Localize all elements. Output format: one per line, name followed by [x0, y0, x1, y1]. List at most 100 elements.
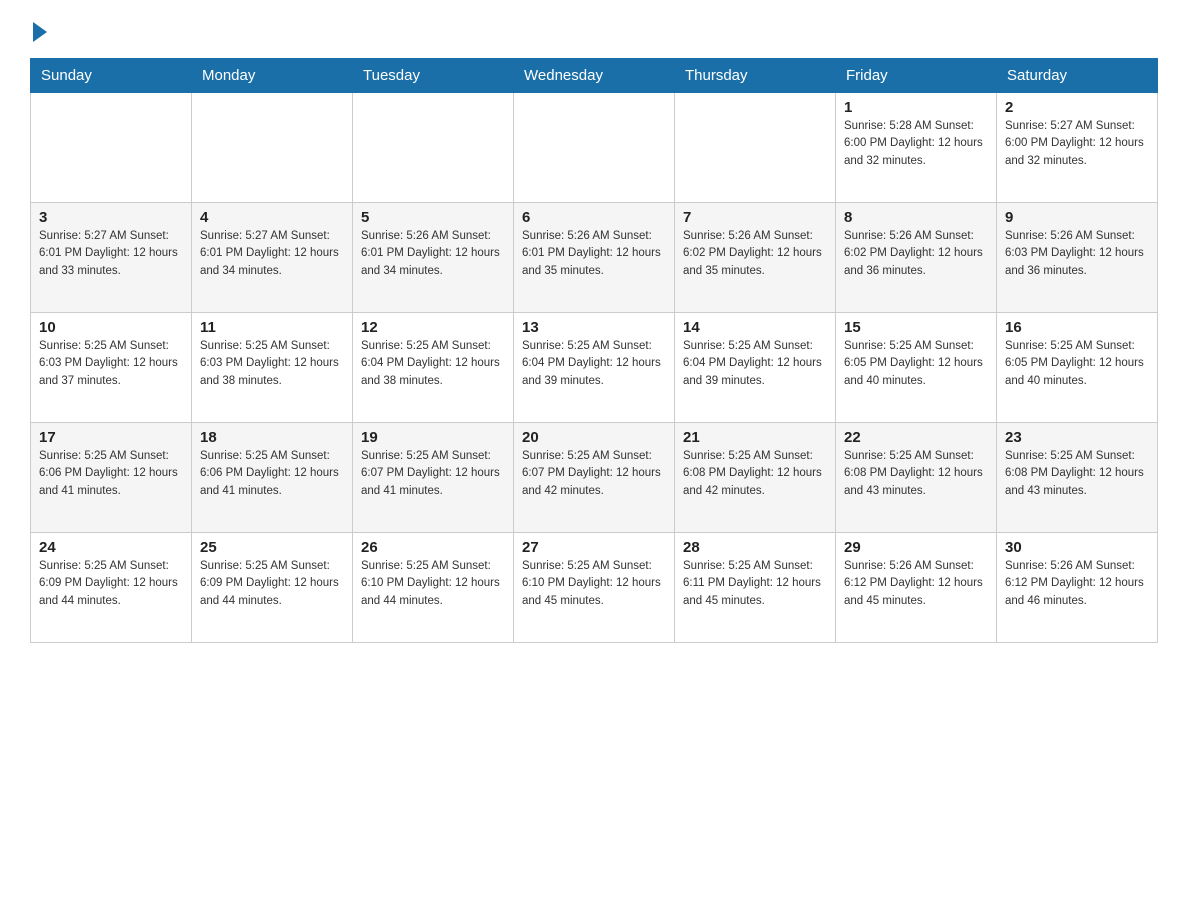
day-number: 3	[39, 209, 183, 226]
day-info: Sunrise: 5:26 AM Sunset: 6:02 PM Dayligh…	[844, 228, 988, 280]
day-info: Sunrise: 5:26 AM Sunset: 6:01 PM Dayligh…	[361, 228, 505, 280]
calendar-cell: 28Sunrise: 5:25 AM Sunset: 6:11 PM Dayli…	[675, 533, 836, 643]
day-number: 24	[39, 539, 183, 556]
calendar-cell: 6 Sunrise: 5:26 AM Sunset: 6:01 PM Daylig…	[514, 203, 675, 313]
day-info: Sunrise: 5:25 AM Sunset: 6:06 PM Dayligh…	[39, 448, 183, 500]
day-number: 5	[361, 209, 505, 226]
day-number: 9	[1005, 209, 1149, 226]
calendar-cell: 25Sunrise: 5:25 AM Sunset: 6:09 PM Dayli…	[192, 533, 353, 643]
day-number: 22	[844, 429, 988, 446]
calendar-cell: 9 Sunrise: 5:26 AM Sunset: 6:03 PM Daylig…	[997, 203, 1158, 313]
calendar-cell: 20Sunrise: 5:25 AM Sunset: 6:07 PM Dayli…	[514, 423, 675, 533]
day-number: 8	[844, 209, 988, 226]
calendar-cell: 8 Sunrise: 5:26 AM Sunset: 6:02 PM Daylig…	[836, 203, 997, 313]
day-info: Sunrise: 5:26 AM Sunset: 6:03 PM Dayligh…	[1005, 228, 1149, 280]
calendar-cell: 14 Sunrise: 5:25 AM Sunset: 6:04 PM Dayli…	[675, 313, 836, 423]
calendar-cell	[514, 93, 675, 203]
day-info: Sunrise: 5:26 AM Sunset: 6:01 PM Dayligh…	[522, 228, 666, 280]
day-info: Sunrise: 5:27 AM Sunset: 6:00 PM Dayligh…	[1005, 118, 1149, 170]
calendar-cell: 30 Sunrise: 5:26 AM Sunset: 6:12 PM Dayli…	[997, 533, 1158, 643]
day-info: Sunrise: 5:28 AM Sunset: 6:00 PM Dayligh…	[844, 118, 988, 170]
calendar-cell	[353, 93, 514, 203]
day-number: 23	[1005, 429, 1149, 446]
day-number: 10	[39, 319, 183, 336]
calendar-cell: 11 Sunrise: 5:25 AM Sunset: 6:03 PM Dayli…	[192, 313, 353, 423]
calendar-cell: 22 Sunrise: 5:25 AM Sunset: 6:08 PM Dayli…	[836, 423, 997, 533]
calendar-week-row: 17 Sunrise: 5:25 AM Sunset: 6:06 PM Dayli…	[31, 423, 1158, 533]
calendar-cell: 21 Sunrise: 5:25 AM Sunset: 6:08 PM Dayli…	[675, 423, 836, 533]
day-info: Sunrise: 5:26 AM Sunset: 6:02 PM Dayligh…	[683, 228, 827, 280]
calendar-cell: 3 Sunrise: 5:27 AM Sunset: 6:01 PM Daylig…	[31, 203, 192, 313]
calendar-cell: 12Sunrise: 5:25 AM Sunset: 6:04 PM Dayli…	[353, 313, 514, 423]
day-number: 29	[844, 539, 988, 556]
day-of-week-header: Thursday	[675, 59, 836, 93]
page-header	[30, 20, 1158, 38]
calendar-cell: 15Sunrise: 5:25 AM Sunset: 6:05 PM Dayli…	[836, 313, 997, 423]
day-info: Sunrise: 5:25 AM Sunset: 6:06 PM Dayligh…	[200, 448, 344, 500]
calendar-table: SundayMondayTuesdayWednesdayThursdayFrid…	[30, 58, 1158, 643]
day-info: Sunrise: 5:25 AM Sunset: 6:08 PM Dayligh…	[1005, 448, 1149, 500]
calendar-cell: 17 Sunrise: 5:25 AM Sunset: 6:06 PM Dayli…	[31, 423, 192, 533]
day-info: Sunrise: 5:25 AM Sunset: 6:05 PM Dayligh…	[1005, 338, 1149, 390]
day-of-week-header: Sunday	[31, 59, 192, 93]
calendar-week-row: 10 Sunrise: 5:25 AM Sunset: 6:03 PM Dayli…	[31, 313, 1158, 423]
day-info: Sunrise: 5:25 AM Sunset: 6:07 PM Dayligh…	[361, 448, 505, 500]
day-info: Sunrise: 5:25 AM Sunset: 6:04 PM Dayligh…	[361, 338, 505, 390]
calendar-cell: 29 Sunrise: 5:26 AM Sunset: 6:12 PM Dayli…	[836, 533, 997, 643]
day-info: Sunrise: 5:25 AM Sunset: 6:04 PM Dayligh…	[683, 338, 827, 390]
day-number: 2	[1005, 99, 1149, 116]
day-number: 13	[522, 319, 666, 336]
day-info: Sunrise: 5:27 AM Sunset: 6:01 PM Dayligh…	[39, 228, 183, 280]
logo-arrow-icon	[33, 22, 47, 42]
day-number: 16	[1005, 319, 1149, 336]
day-number: 25	[200, 539, 344, 556]
calendar-cell: 2 Sunrise: 5:27 AM Sunset: 6:00 PM Daylig…	[997, 93, 1158, 203]
day-number: 1	[844, 99, 988, 116]
day-number: 11	[200, 319, 344, 336]
calendar-cell	[31, 93, 192, 203]
day-number: 19	[361, 429, 505, 446]
calendar-cell: 24 Sunrise: 5:25 AM Sunset: 6:09 PM Dayli…	[31, 533, 192, 643]
day-number: 14	[683, 319, 827, 336]
calendar-cell: 1 Sunrise: 5:28 AM Sunset: 6:00 PM Daylig…	[836, 93, 997, 203]
day-of-week-header: Wednesday	[514, 59, 675, 93]
day-number: 30	[1005, 539, 1149, 556]
calendar-cell: 10 Sunrise: 5:25 AM Sunset: 6:03 PM Dayli…	[31, 313, 192, 423]
day-info: Sunrise: 5:25 AM Sunset: 6:03 PM Dayligh…	[200, 338, 344, 390]
day-number: 7	[683, 209, 827, 226]
calendar-cell: 13 Sunrise: 5:25 AM Sunset: 6:04 PM Dayli…	[514, 313, 675, 423]
calendar-cell	[192, 93, 353, 203]
calendar-header-row: SundayMondayTuesdayWednesdayThursdayFrid…	[31, 59, 1158, 93]
day-of-week-header: Saturday	[997, 59, 1158, 93]
calendar-cell: 19 Sunrise: 5:25 AM Sunset: 6:07 PM Dayli…	[353, 423, 514, 533]
day-info: Sunrise: 5:25 AM Sunset: 6:04 PM Dayligh…	[522, 338, 666, 390]
calendar-cell: 23 Sunrise: 5:25 AM Sunset: 6:08 PM Dayli…	[997, 423, 1158, 533]
day-info: Sunrise: 5:25 AM Sunset: 6:08 PM Dayligh…	[844, 448, 988, 500]
day-of-week-header: Tuesday	[353, 59, 514, 93]
day-info: Sunrise: 5:26 AM Sunset: 6:12 PM Dayligh…	[844, 558, 988, 610]
day-info: Sunrise: 5:25 AM Sunset: 6:08 PM Dayligh…	[683, 448, 827, 500]
day-info: Sunrise: 5:25 AM Sunset: 6:10 PM Dayligh…	[522, 558, 666, 610]
day-info: Sunrise: 5:25 AM Sunset: 6:11 PM Dayligh…	[683, 558, 827, 610]
day-number: 18	[200, 429, 344, 446]
day-info: Sunrise: 5:26 AM Sunset: 6:12 PM Dayligh…	[1005, 558, 1149, 610]
day-number: 15	[844, 319, 988, 336]
day-info: Sunrise: 5:25 AM Sunset: 6:09 PM Dayligh…	[39, 558, 183, 610]
day-number: 20	[522, 429, 666, 446]
day-number: 21	[683, 429, 827, 446]
calendar-cell: 7 Sunrise: 5:26 AM Sunset: 6:02 PM Daylig…	[675, 203, 836, 313]
day-number: 17	[39, 429, 183, 446]
calendar-week-row: 1 Sunrise: 5:28 AM Sunset: 6:00 PM Daylig…	[31, 93, 1158, 203]
calendar-cell: 27 Sunrise: 5:25 AM Sunset: 6:10 PM Dayli…	[514, 533, 675, 643]
calendar-cell: 4Sunrise: 5:27 AM Sunset: 6:01 PM Daylig…	[192, 203, 353, 313]
day-info: Sunrise: 5:25 AM Sunset: 6:10 PM Dayligh…	[361, 558, 505, 610]
logo	[30, 20, 47, 38]
day-info: Sunrise: 5:25 AM Sunset: 6:03 PM Dayligh…	[39, 338, 183, 390]
day-info: Sunrise: 5:27 AM Sunset: 6:01 PM Dayligh…	[200, 228, 344, 280]
day-number: 27	[522, 539, 666, 556]
day-number: 6	[522, 209, 666, 226]
calendar-cell	[675, 93, 836, 203]
calendar-week-row: 24 Sunrise: 5:25 AM Sunset: 6:09 PM Dayli…	[31, 533, 1158, 643]
day-number: 26	[361, 539, 505, 556]
calendar-cell: 26 Sunrise: 5:25 AM Sunset: 6:10 PM Dayli…	[353, 533, 514, 643]
